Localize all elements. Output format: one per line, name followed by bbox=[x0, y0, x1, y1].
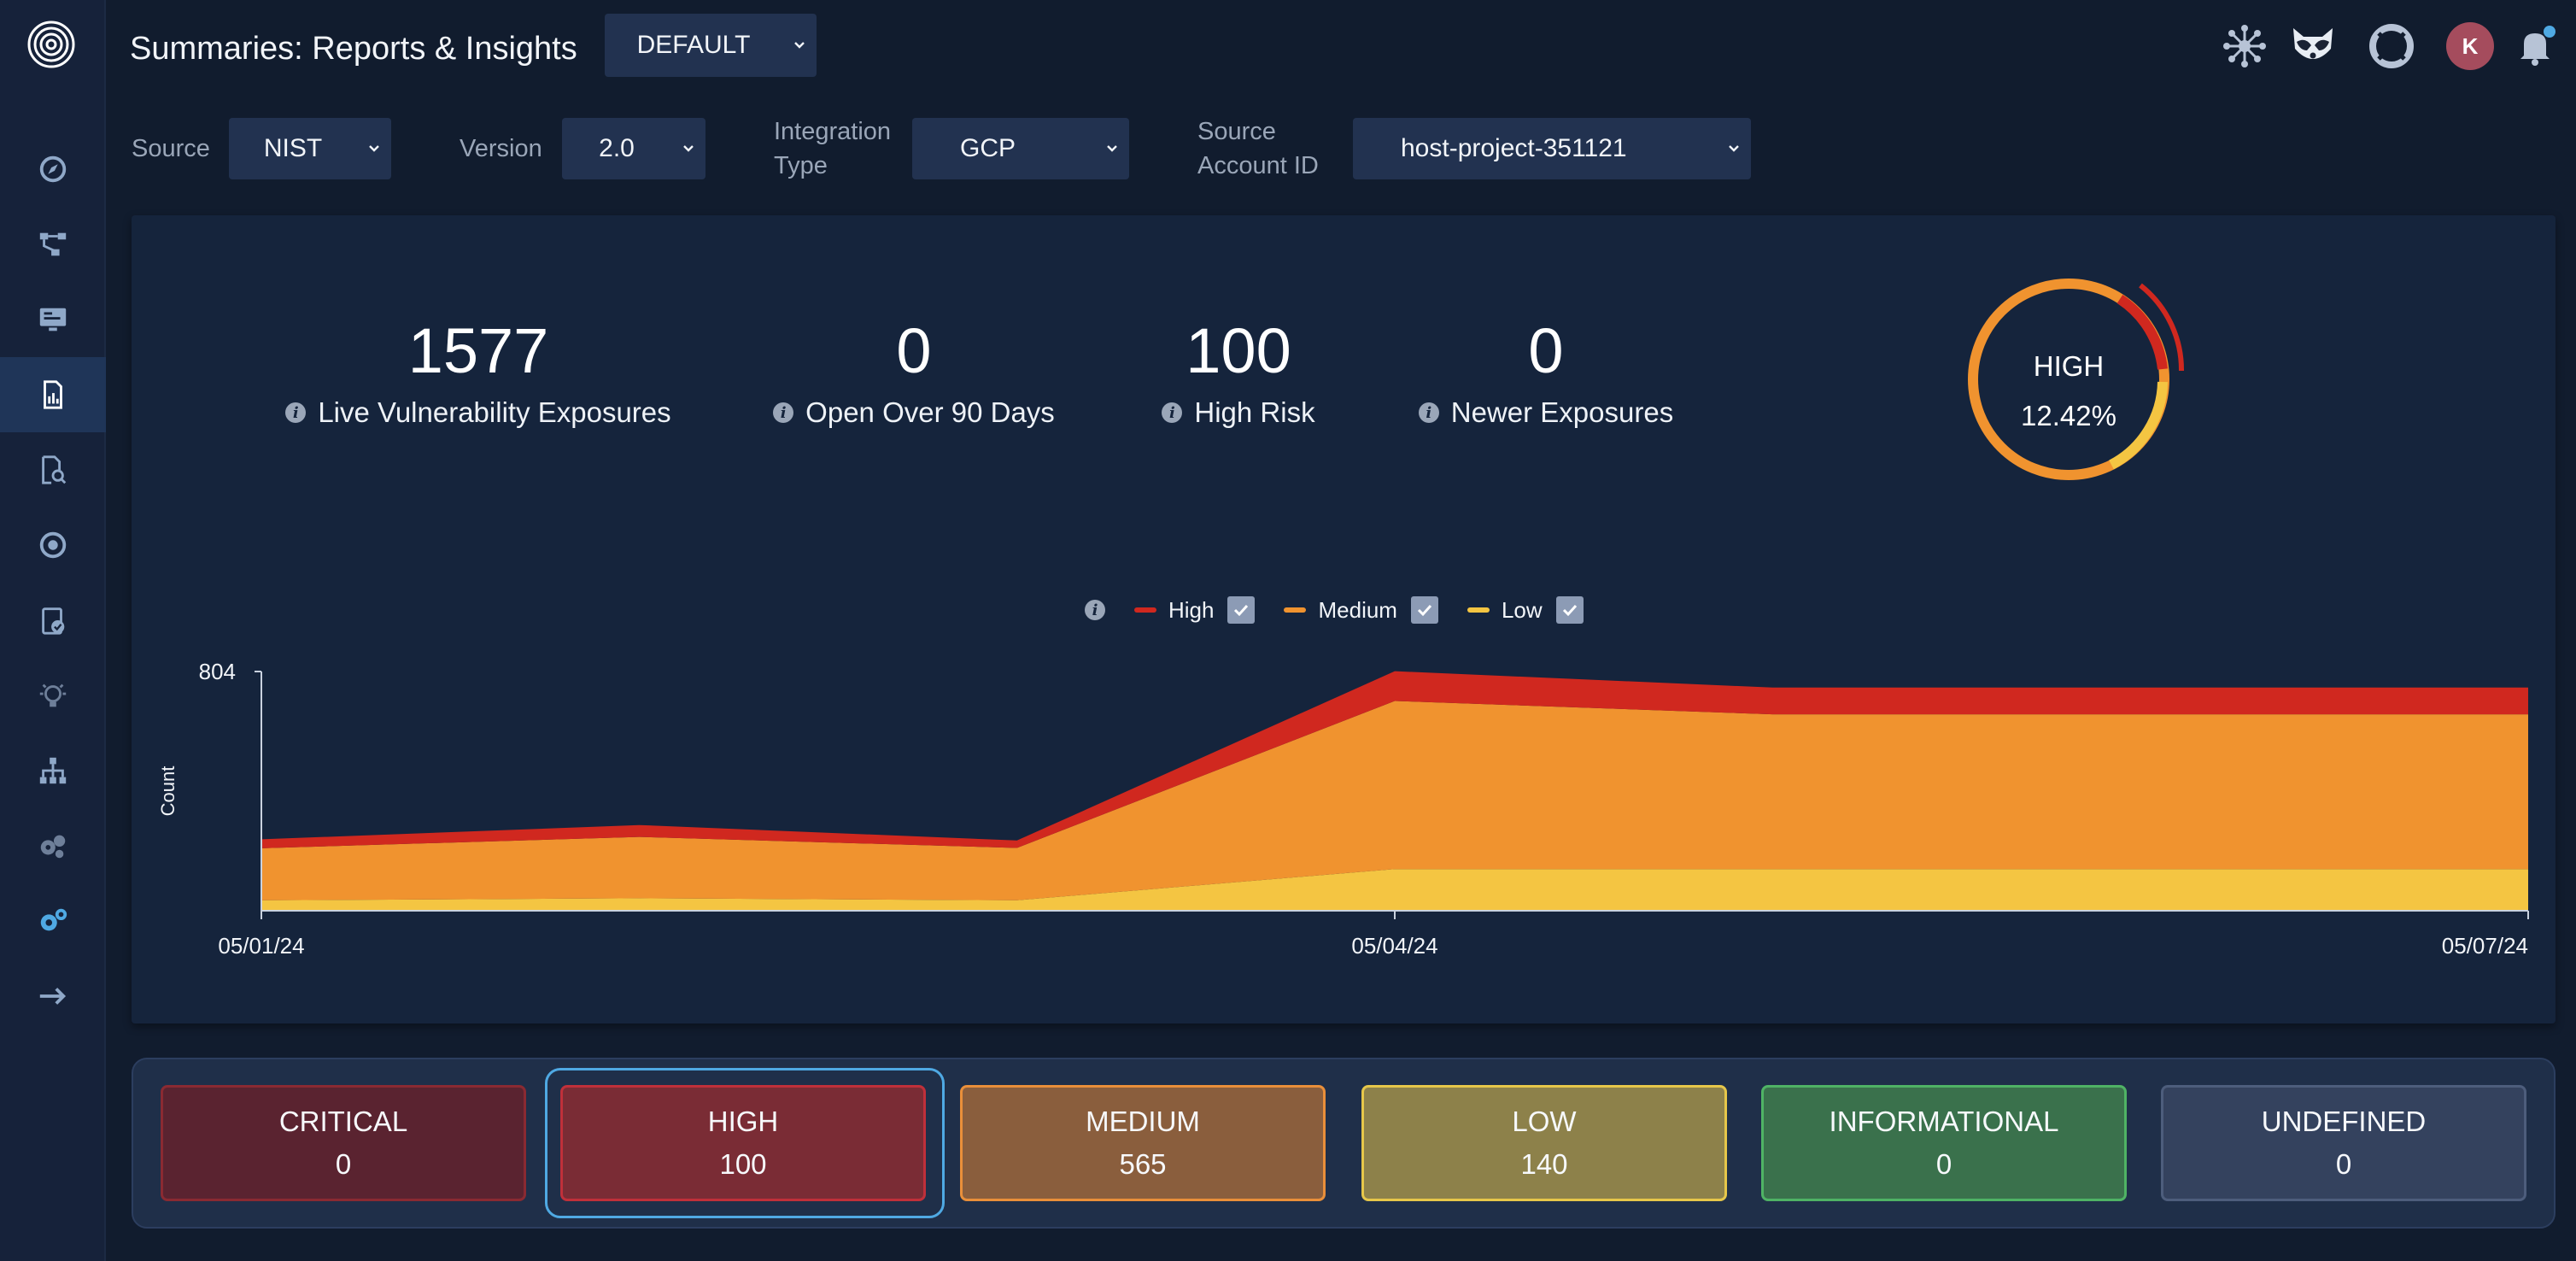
x-tick-label: 05/01/24 bbox=[218, 933, 304, 959]
severity-card-medium[interactable]: MEDIUM 565 bbox=[960, 1085, 1326, 1201]
severity-label: CRITICAL bbox=[278, 1106, 408, 1137]
severity-label: UNDEFINED bbox=[2261, 1106, 2427, 1137]
severity-card-undefined[interactable]: UNDEFINED 0 bbox=[2161, 1085, 2526, 1201]
severity-label: INFORMATIONAL bbox=[1829, 1106, 2059, 1137]
severity-label: HIGH bbox=[707, 1106, 779, 1137]
severity-label: LOW bbox=[1512, 1106, 1577, 1137]
severity-card-high[interactable]: HIGH 100 bbox=[560, 1085, 926, 1201]
severity-count: 100 bbox=[719, 1148, 767, 1180]
x-tick-label: 05/07/24 bbox=[2442, 933, 2528, 959]
severity-card-critical[interactable]: CRITICAL 0 bbox=[161, 1085, 526, 1201]
severity-count: 140 bbox=[1520, 1148, 1568, 1180]
y-axis-label: Count bbox=[157, 766, 179, 817]
y-max-label: 804 bbox=[199, 659, 236, 684]
severity-count: 0 bbox=[2335, 1148, 2352, 1180]
severity-label: MEDIUM bbox=[1086, 1106, 1200, 1137]
severity-card-low[interactable]: LOW 140 bbox=[1361, 1085, 1727, 1201]
severity-count: 0 bbox=[1935, 1148, 1952, 1180]
severity-count: 565 bbox=[1119, 1148, 1167, 1180]
severity-card-informational[interactable]: INFORMATIONAL 0 bbox=[1761, 1085, 2127, 1201]
exposure-area-chart: 804 Count 05/01/24 05/04/24 05/07/24 bbox=[157, 659, 2529, 959]
severity-count: 0 bbox=[335, 1148, 352, 1180]
x-tick-label: 05/04/24 bbox=[1351, 933, 1437, 959]
